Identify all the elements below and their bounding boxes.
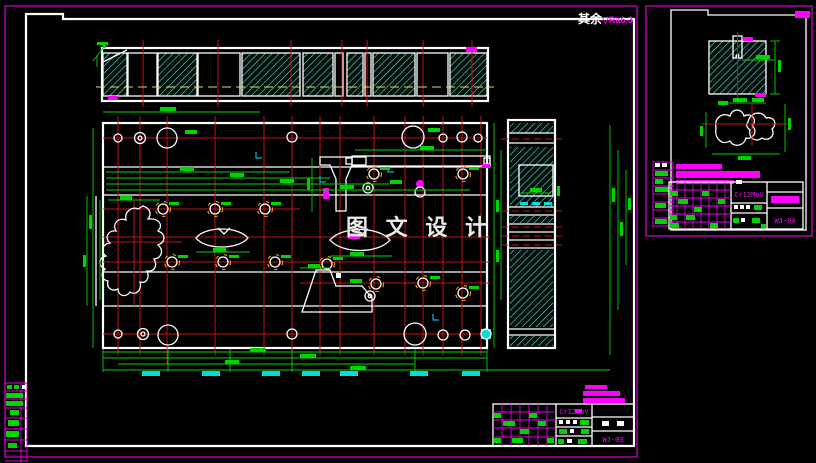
- title-grid-detail: [669, 182, 731, 229]
- surface-note-value: ▽Ra6.3: [602, 15, 633, 25]
- material-label-detail: Cr12MoV: [734, 191, 764, 199]
- title-block-detail: Cr12MoV WJ-04: [668, 181, 804, 230]
- strip-section-view: [92, 40, 494, 113]
- surface-note-prefix: 其余: [578, 12, 603, 26]
- detail-sheet: Cr12MoV WJ-04: [645, 5, 813, 237]
- main-sheet: Cr12MoV WJ-03: [4, 5, 638, 462]
- material-label-main: Cr12MoV: [559, 408, 589, 416]
- surface-roughness-note: 其余▽Ra6.3: [578, 10, 633, 28]
- punch-section-view: [708, 32, 781, 104]
- highlight-dashes: [142, 371, 480, 376]
- side-section-view: [501, 118, 562, 350]
- parts-table-left: [5, 382, 28, 462]
- cad-canvas: Cr12MoV WJ-03 Cr12MoV WJ-04 其余▽Ra6.3 图 文…: [0, 0, 816, 463]
- drawing-number-main: WJ-03: [602, 436, 623, 444]
- drawing-number-detail: WJ-04: [774, 217, 795, 225]
- watermark-text: 图 文 设 计: [346, 216, 492, 241]
- sheet-size-tag: [795, 11, 810, 18]
- note-bars: [676, 164, 760, 184]
- title-block-main: Cr12MoV WJ-03: [492, 385, 635, 447]
- cavity-detail-view: [700, 98, 791, 160]
- title-grid: [493, 404, 556, 446]
